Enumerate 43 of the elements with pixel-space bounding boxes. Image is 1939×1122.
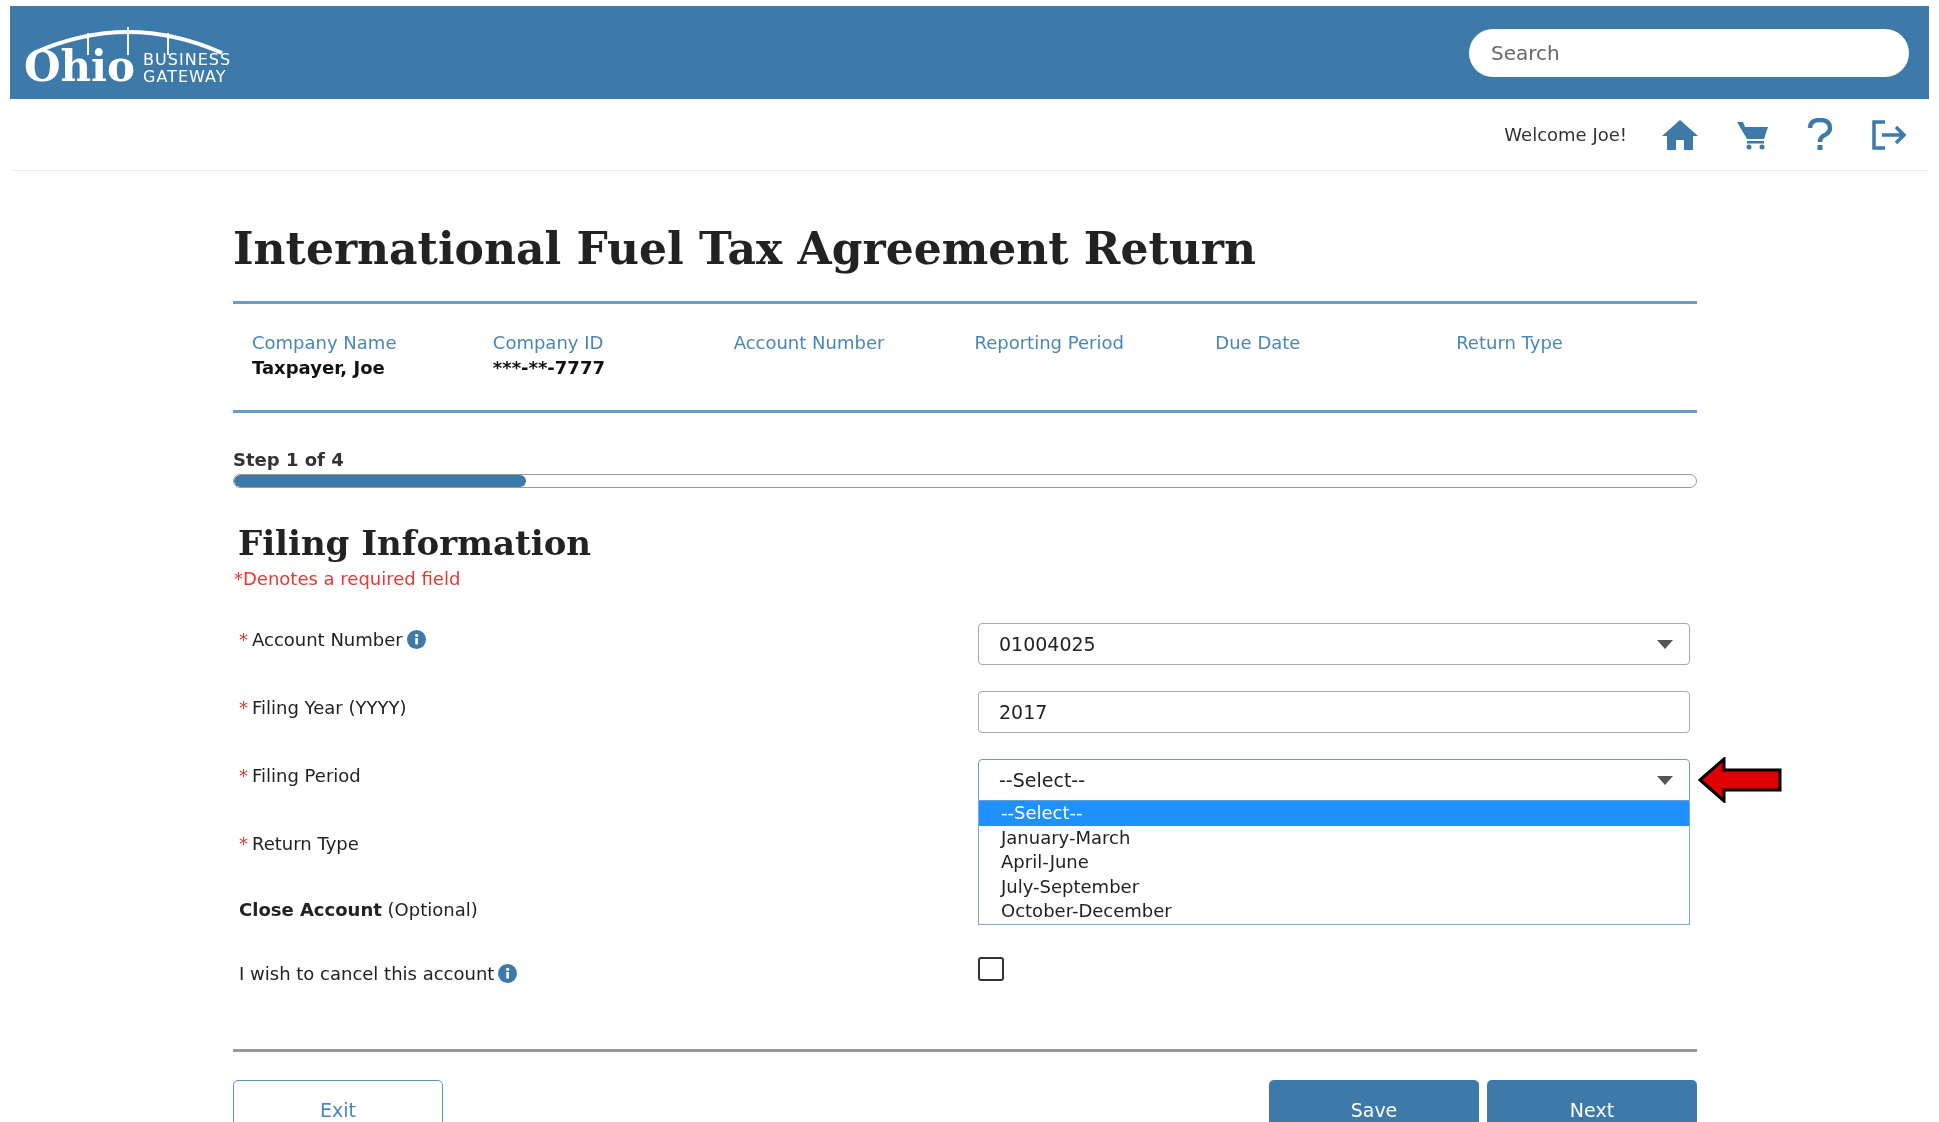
action-button[interactable]: Next bbox=[1487, 1080, 1697, 1122]
section-title: Filing Information bbox=[238, 522, 593, 564]
info-icon[interactable] bbox=[406, 630, 426, 649]
summary-label: Return Type bbox=[1456, 332, 1564, 353]
dropdown-option[interactable]: January-March bbox=[979, 825, 1689, 851]
info-icon[interactable] bbox=[498, 964, 518, 983]
summary-value: ***-**-7777 bbox=[492, 357, 606, 378]
summary-value: Taxpayer, Joe bbox=[252, 357, 386, 378]
welcome-text: Welcome Joe! bbox=[1504, 124, 1627, 145]
logout-icon[interactable] bbox=[1871, 118, 1909, 151]
summary-label: Reporting Period bbox=[974, 332, 1125, 353]
dropdown-option[interactable]: October-December bbox=[979, 899, 1689, 924]
required-mark: * bbox=[239, 765, 248, 786]
summary-label: Account Number bbox=[733, 332, 886, 353]
caret-icon bbox=[1657, 639, 1673, 649]
field-label: Account Number bbox=[252, 629, 403, 650]
summary-label: Due Date bbox=[1215, 332, 1302, 353]
field-label: Return Type bbox=[252, 833, 359, 854]
input-field[interactable]: 2017 bbox=[978, 691, 1690, 733]
step-label: Step 1 of 4 bbox=[233, 449, 345, 470]
page-title: International Fuel Tax Agreement Return bbox=[233, 223, 1697, 304]
required-mark: * bbox=[239, 629, 248, 650]
action-button[interactable]: Save bbox=[1269, 1080, 1479, 1122]
field-label: I wish to cancel this account bbox=[239, 963, 495, 984]
action-button[interactable]: Exit bbox=[233, 1080, 443, 1122]
field-label: Close Account (Optional) bbox=[239, 899, 478, 920]
required-note: *Denotes a required field bbox=[234, 568, 462, 589]
select-field[interactable]: --Select-- bbox=[978, 759, 1690, 801]
help-icon[interactable] bbox=[1807, 117, 1833, 152]
dropdown-option[interactable]: April-June bbox=[979, 850, 1689, 875]
home-icon[interactable] bbox=[1661, 118, 1699, 151]
cart-icon[interactable] bbox=[1737, 119, 1769, 150]
dropdown-option[interactable]: July-September bbox=[979, 874, 1689, 900]
caret-icon bbox=[1657, 775, 1673, 785]
select-field[interactable]: 01004025 bbox=[978, 623, 1690, 665]
summary-label: Company Name bbox=[252, 332, 398, 353]
required-mark: * bbox=[239, 697, 248, 718]
field-label: Filing Period bbox=[252, 765, 361, 786]
summary-label: Company ID bbox=[492, 332, 605, 353]
checkbox[interactable] bbox=[978, 957, 1004, 981]
required-mark: * bbox=[239, 833, 248, 854]
search-field[interactable]: Search bbox=[1469, 28, 1909, 77]
field-label: Filing Year (YYYY) bbox=[252, 697, 407, 718]
